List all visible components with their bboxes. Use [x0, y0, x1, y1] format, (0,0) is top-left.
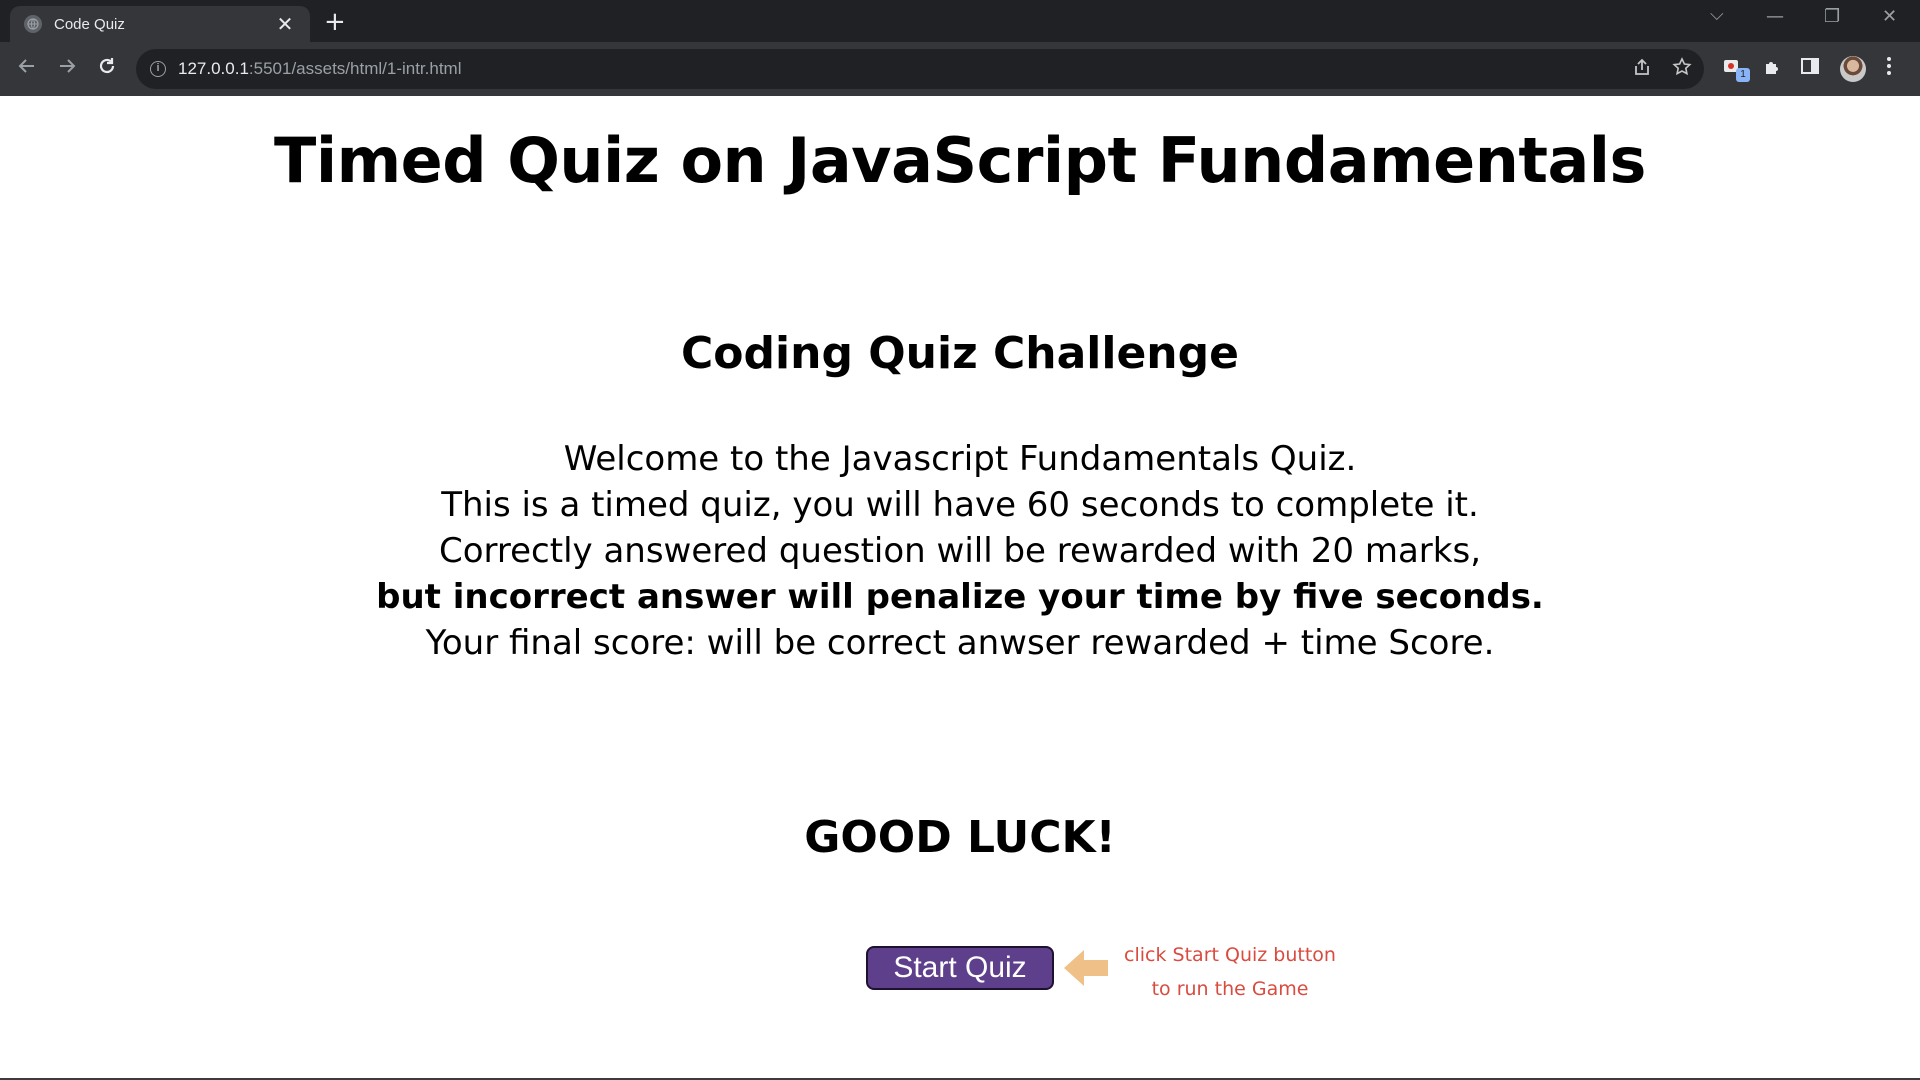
start-hint: click Start Quiz button to run the Game — [1110, 938, 1350, 1006]
restore-icon[interactable]: ❐ — [1824, 6, 1840, 27]
share-icon[interactable] — [1632, 57, 1652, 82]
quiz-instructions: Welcome to the Javascript Fundamentals Q… — [0, 436, 1920, 666]
tab-title: Code Quiz — [54, 15, 125, 33]
back-arrow-icon[interactable] — [16, 55, 38, 83]
close-tab-icon[interactable]: ✕ — [274, 12, 296, 36]
forward-arrow-icon[interactable] — [56, 55, 78, 83]
reload-icon[interactable] — [96, 55, 118, 83]
close-window-icon[interactable]: ✕ — [1882, 6, 1897, 27]
good-luck-heading: GOOD LUCK! — [804, 812, 1116, 863]
page-body: Timed Quiz on JavaScript Fundamentals Co… — [0, 96, 1920, 1080]
address-bar[interactable]: i 127.0.0.1:5501/assets/html/1-intr.html — [136, 49, 1704, 89]
tab-strip: Code Quiz ✕ + ⌵ — ❐ ✕ — [0, 0, 1920, 42]
profile-avatar[interactable] — [1840, 56, 1866, 82]
tab-code-quiz[interactable]: Code Quiz ✕ — [10, 6, 310, 42]
instruction-line: Welcome to the Javascript Fundamentals Q… — [563, 439, 1357, 479]
side-panel-icon[interactable] — [1800, 56, 1820, 81]
instruction-line: Your final score: will be correct anwser… — [425, 623, 1495, 663]
start-quiz-button[interactable]: Start Quiz — [866, 946, 1054, 990]
minimize-icon[interactable]: — — [1766, 6, 1784, 27]
browser-toolbar: i 127.0.0.1:5501/assets/html/1-intr.html — [0, 42, 1920, 96]
puzzle-icon[interactable] — [1762, 56, 1784, 83]
url-text: 127.0.0.1:5501/assets/html/1-intr.html — [178, 59, 462, 78]
hint-line: click Start Quiz button — [1124, 944, 1336, 966]
left-arrow-icon — [1062, 948, 1110, 992]
star-icon[interactable] — [1672, 57, 1692, 82]
instruction-line: This is a timed quiz, you will have 60 s… — [441, 485, 1479, 525]
menu-icon[interactable] — [1886, 56, 1892, 81]
new-tab-button[interactable]: + — [324, 7, 346, 37]
penalty-warning: but incorrect answer will penalize your … — [376, 577, 1544, 617]
info-icon[interactable]: i — [150, 61, 166, 77]
page-title: Timed Quiz on JavaScript Fundamentals — [274, 124, 1646, 197]
tab-search-icon[interactable]: ⌵ — [1710, 4, 1724, 25]
challenge-heading: Coding Quiz Challenge — [681, 328, 1239, 379]
globe-icon — [24, 15, 42, 33]
extension-badge: 1 — [1736, 68, 1750, 82]
instruction-line: Correctly answered question will be rewa… — [438, 531, 1481, 571]
hint-line: to run the Game — [1151, 978, 1309, 1000]
